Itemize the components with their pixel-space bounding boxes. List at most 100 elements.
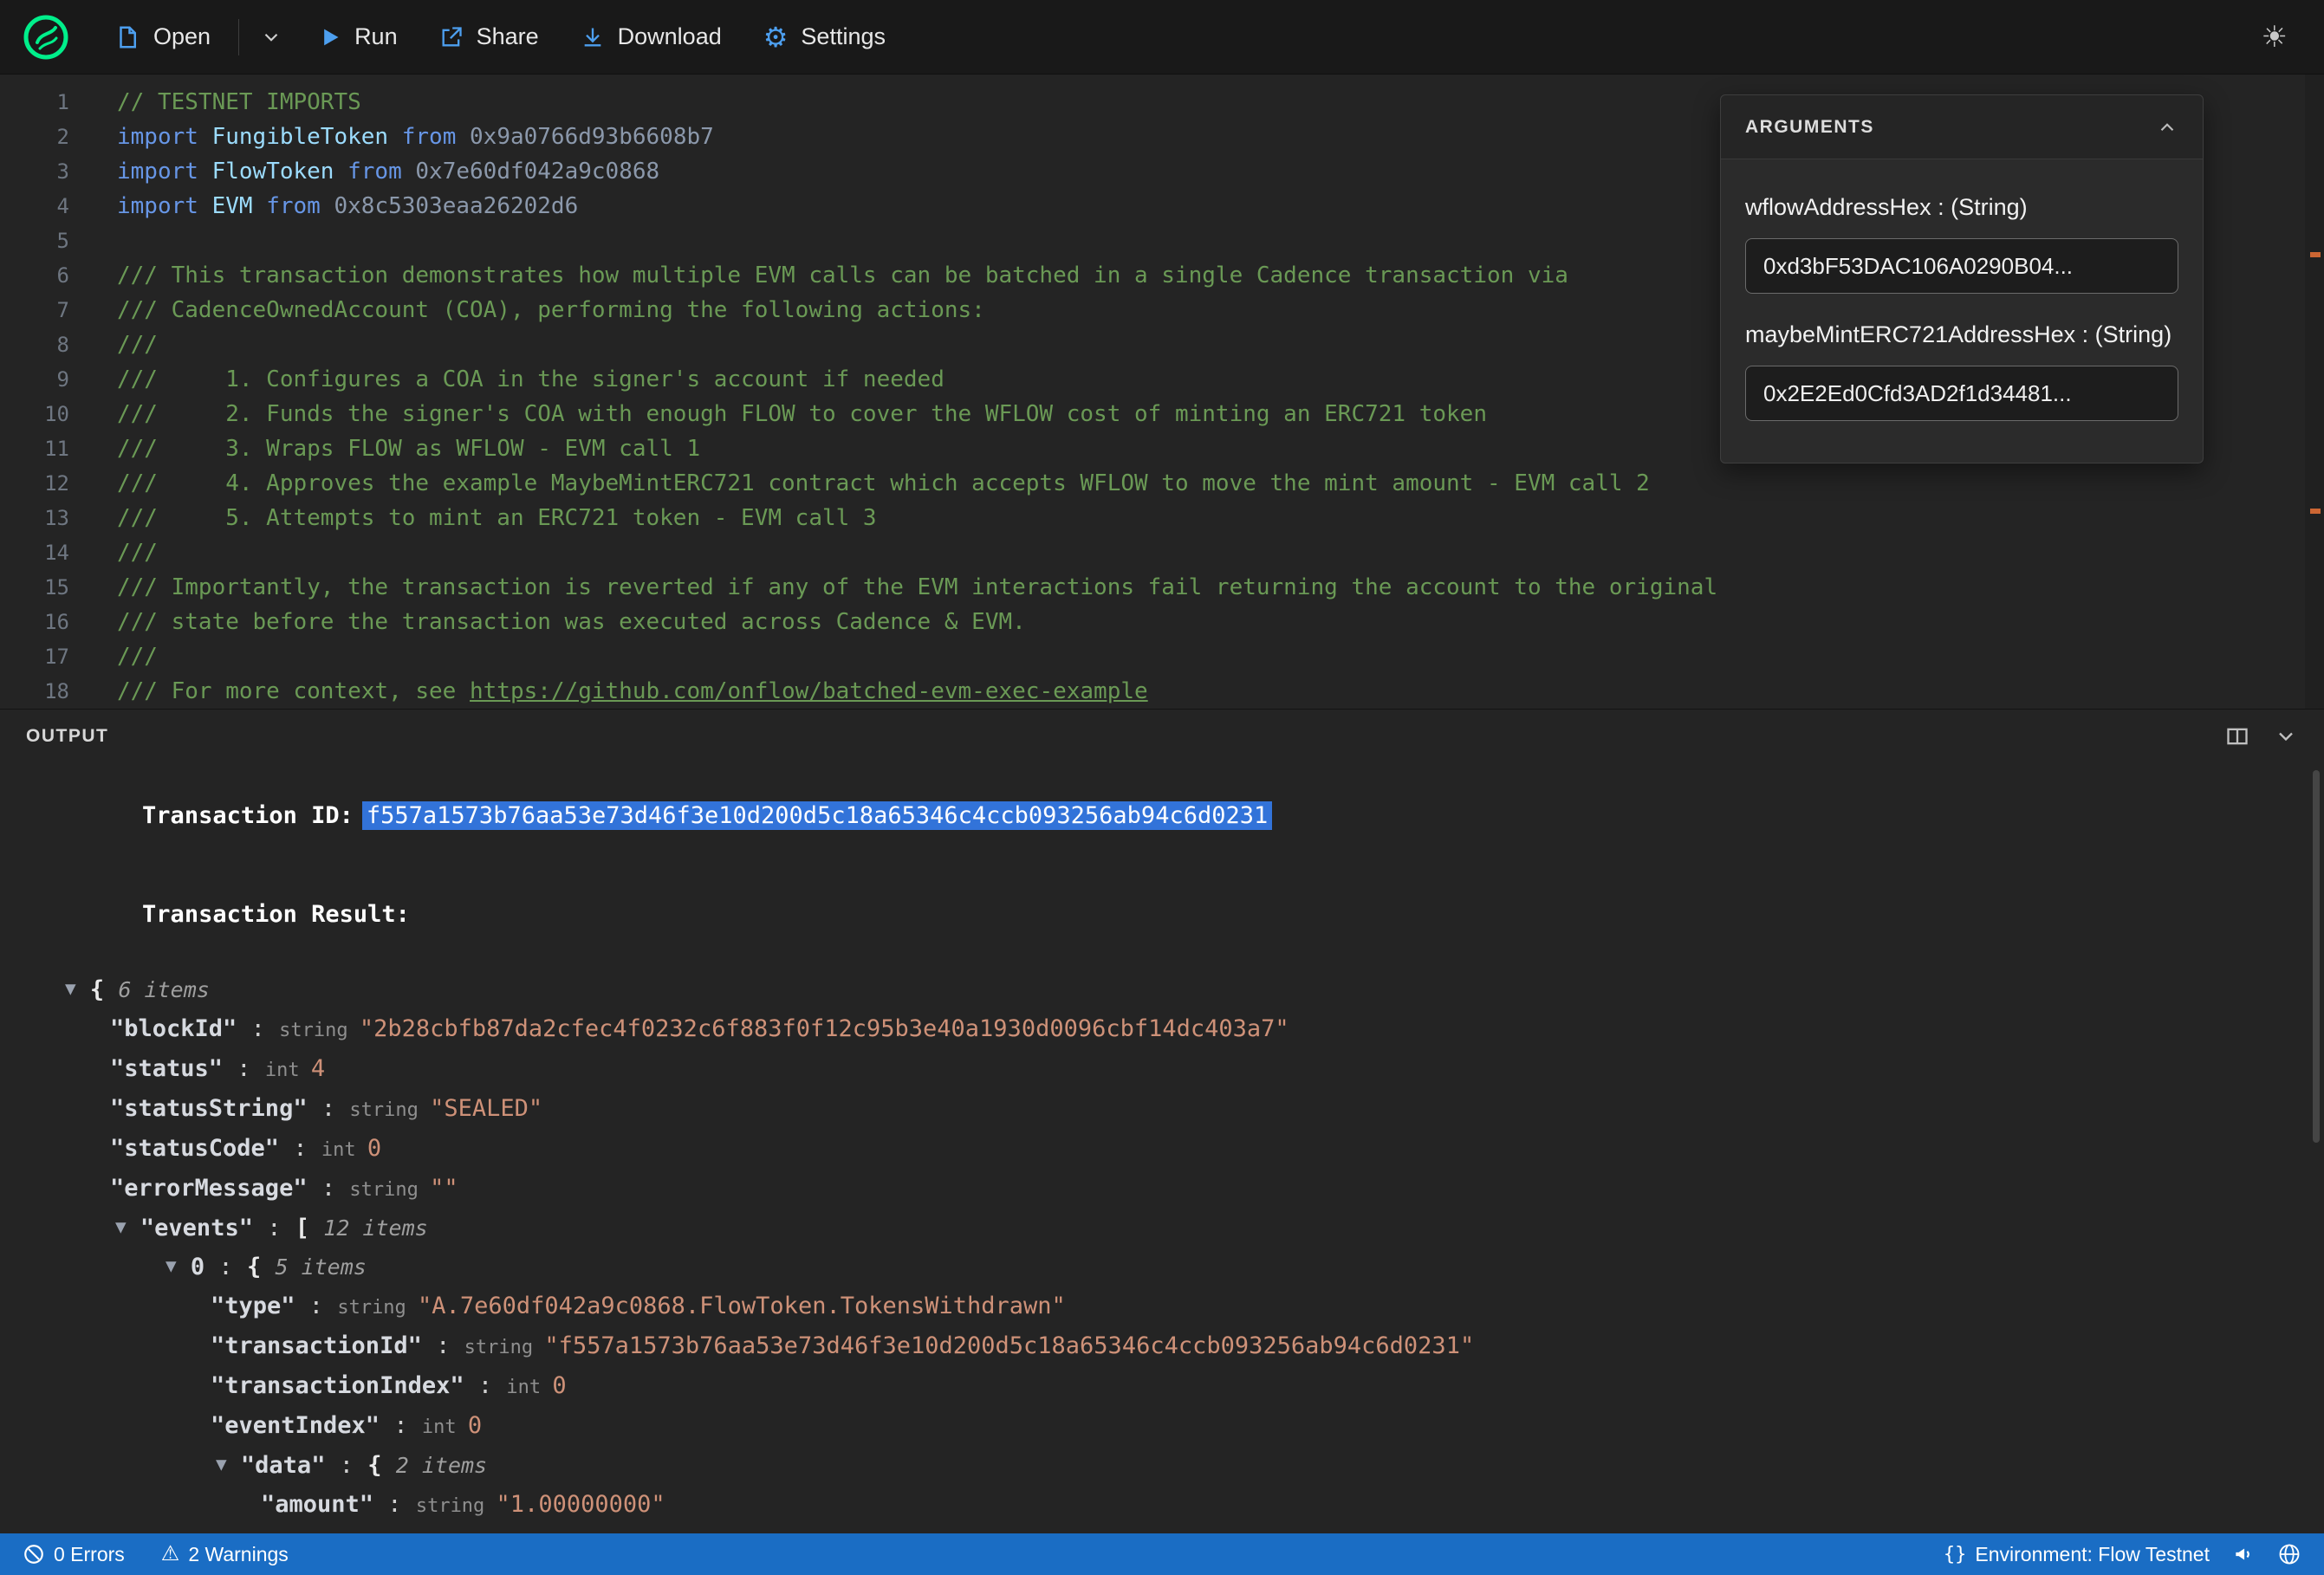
code-token: FlowToken	[198, 159, 334, 185]
output-token: :	[421, 1332, 464, 1359]
output-tree-line: "transactionId" : string "f557a1573b76aa…	[29, 1327, 2289, 1367]
open-button[interactable]: Open	[97, 15, 228, 59]
sun-icon: ☀	[2261, 20, 2288, 54]
download-label: Download	[617, 23, 722, 49]
argument-label-maybemint: maybeMintERC721AddressHex : (String)	[1745, 321, 2172, 348]
code-token: /// This transaction demonstrates how mu…	[117, 262, 1568, 288]
arguments-panel-header[interactable]: ARGUMENTS	[1721, 95, 2203, 159]
output-token: "amount"	[261, 1491, 374, 1518]
output-token: :	[373, 1491, 416, 1518]
app-window: Open Run Share Download ⚙ Settings ☀ 1 /…	[0, 0, 2324, 1575]
expand-triangle-icon[interactable]: ▼	[115, 1208, 127, 1246]
output-tree-line: "eventIndex" : int 0	[29, 1407, 2289, 1447]
line-number: 13	[44, 506, 69, 530]
output-panel: OUTPUT Transaction ID: f557a1573b76aa53e7…	[0, 709, 2324, 1533]
line-number: 7	[56, 298, 69, 322]
feedback-button[interactable]	[2232, 1543, 2255, 1565]
code-line: 14 ///	[0, 535, 2324, 570]
code-token: import	[117, 124, 198, 150]
transaction-id-value[interactable]: f557a1573b76aa53e73d46f3e10d200d5c18a653…	[361, 801, 1273, 830]
output-scrollbar[interactable]	[2313, 770, 2320, 1143]
run-button[interactable]: Run	[300, 15, 415, 59]
code-token: /// For more context, see	[117, 678, 470, 704]
warnings-status[interactable]: ⚠ 2 Warnings	[161, 1543, 289, 1566]
code-link[interactable]: https://github.com/onflow/batched-evm-ex…	[470, 678, 1148, 704]
chevron-down-icon	[260, 26, 282, 49]
code-token: 0x8c5303eaa26202d6	[320, 193, 579, 219]
chevron-up-icon[interactable]	[2156, 116, 2178, 139]
transaction-id-label: Transaction ID:	[142, 802, 354, 829]
output-token: "data"	[226, 1452, 326, 1479]
output-token: 6 items	[118, 977, 210, 1002]
code-token: /// 2. Funds the signer's COA with enoug…	[117, 401, 1487, 427]
output-tree-line[interactable]: ▼ { 6 items	[29, 971, 2289, 1010]
output-token: :	[307, 1175, 350, 1202]
run-label: Run	[354, 23, 398, 49]
output-token: "transactionIndex"	[211, 1372, 464, 1399]
argument-input-maybemint[interactable]	[1745, 366, 2178, 422]
expand-triangle-icon[interactable]: ▼	[65, 969, 76, 1008]
output-token: "1.00000000"	[496, 1491, 665, 1518]
errors-count-label: 0 Errors	[54, 1542, 125, 1565]
settings-button[interactable]: ⚙ Settings	[746, 15, 903, 60]
output-token: string	[337, 1297, 419, 1319]
open-label: Open	[153, 23, 211, 49]
output-tree-line[interactable]: ▼ "data" : { 2 items	[29, 1447, 2289, 1486]
output-token: 0	[367, 1135, 382, 1162]
output-tree-line[interactable]: ▼ 0 : { 5 items	[29, 1248, 2289, 1287]
warning-marker	[2310, 252, 2321, 257]
line-number: 8	[56, 333, 69, 357]
output-token: 0	[552, 1372, 567, 1399]
code-token: ///	[117, 540, 158, 566]
flow-logo[interactable]	[23, 14, 69, 61]
line-number: 1	[56, 90, 69, 114]
output-token: [	[295, 1215, 324, 1241]
code-token: /// Importantly, the transaction is reve…	[117, 574, 1718, 600]
line-number: 12	[44, 471, 69, 496]
expand-triangle-icon[interactable]: ▼	[216, 1445, 227, 1483]
expand-triangle-icon[interactable]: ▼	[166, 1247, 177, 1285]
code-line: 15 /// Importantly, the transaction is re…	[0, 570, 2324, 605]
share-button[interactable]: Share	[422, 15, 556, 59]
collapse-output-chevron-icon[interactable]	[2274, 724, 2298, 749]
open-dropdown-button[interactable]	[250, 17, 293, 57]
output-token: :	[204, 1254, 247, 1280]
environment-status[interactable]: {} Environment: Flow Testnet	[1944, 1543, 2210, 1566]
share-icon	[439, 25, 464, 49]
line-number: 17	[44, 645, 69, 669]
code-line: 17 ///	[0, 639, 2324, 674]
output-token: 4	[310, 1055, 326, 1082]
code-token: ///	[117, 332, 158, 358]
code-token: from	[334, 159, 402, 185]
output-token: :	[237, 1015, 280, 1042]
editor-scrollbar[interactable]	[2305, 75, 2324, 709]
globe-icon	[2277, 1542, 2301, 1566]
theme-toggle-button[interactable]: ☀	[2248, 13, 2301, 62]
code-token: from	[252, 193, 321, 219]
errors-status[interactable]: 0 Errors	[23, 1543, 125, 1566]
output-token: "eventIndex"	[211, 1412, 380, 1439]
output-tree-line: "statusCode" : int 0	[29, 1130, 2289, 1170]
output-token: string	[415, 1495, 497, 1517]
output-token: int	[321, 1139, 367, 1161]
code-line: 13 /// 5. Attempts to mint an ERC721 toke…	[0, 501, 2324, 535]
output-token: ""	[430, 1175, 458, 1202]
download-button[interactable]: Download	[563, 15, 739, 59]
warning-marker	[2310, 509, 2321, 514]
code-line: 16 /// state before the transaction was e…	[0, 605, 2324, 639]
output-token: "errorMessage"	[110, 1175, 308, 1202]
code-token: EVM	[198, 193, 253, 219]
output-token: :	[279, 1135, 321, 1162]
network-button[interactable]	[2277, 1542, 2301, 1566]
output-token: string	[349, 1179, 431, 1201]
code-token: /// 4. Approves the example MaybeMintERC…	[117, 470, 1650, 496]
split-panel-icon[interactable]	[2225, 724, 2249, 749]
output-tree-line: "amount" : string "1.00000000"	[29, 1486, 2289, 1526]
output-token: 12 items	[323, 1215, 428, 1241]
output-token: "0xfd3b4cd50d44e6ed"	[468, 1531, 750, 1533]
code-token: /// 5. Attempts to mint an ERC721 token …	[117, 505, 877, 531]
argument-input-wflow[interactable]	[1745, 238, 2178, 295]
code-editor[interactable]: 1 // TESTNET IMPORTS 2 import FungibleToken…	[0, 75, 2324, 709]
output-token: :	[464, 1372, 507, 1399]
output-tree-line[interactable]: ▼ "events" : [ 12 items	[29, 1209, 2289, 1248]
